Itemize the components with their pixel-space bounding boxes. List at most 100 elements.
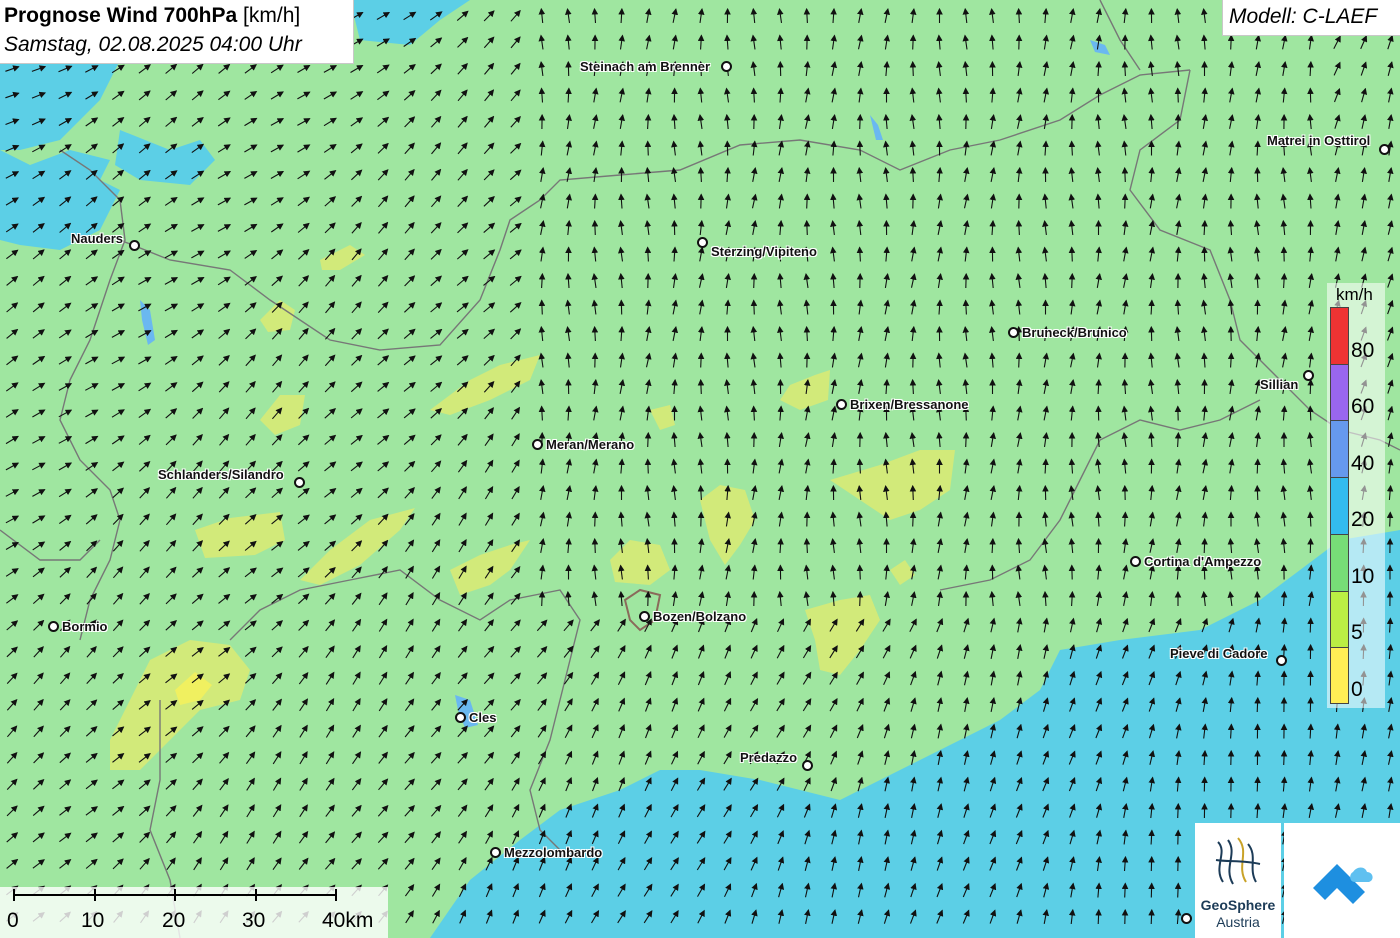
city-dot [721,61,732,72]
wind-arrow [697,352,705,368]
legend-swatch-10-20 [1330,534,1349,592]
city-dot [294,477,305,488]
city-dot [455,712,466,723]
wind-arrow [803,193,811,209]
wind-arrow [1095,908,1102,925]
city-label[interactable]: Brixen/Bressanone [850,397,969,412]
city-dot [1379,144,1390,155]
city-label[interactable]: Mezzolombardo [504,845,602,860]
legend-tick: 40 [1351,452,1375,475]
wind-arrow [1174,802,1182,819]
wind-arrow [856,590,864,607]
city-label[interactable]: Steinach am Brenner [580,59,710,74]
wind-arrow [1307,617,1314,633]
city-dot [1303,370,1314,381]
city-dot [836,399,847,410]
wind-arrow [1174,882,1182,898]
map-subtitle: Samstag, 02.08.2025 04:00 Uhr [4,33,302,56]
city-dot [129,240,140,251]
title-box: Prognose Wind 700hPa [km/h] Samstag, 02.… [0,0,354,64]
wind-arrow [856,113,864,130]
city-label[interactable]: Matrei in Osttirol [1267,133,1370,148]
wind-arrow [909,34,917,50]
wind-arrow [1174,87,1182,103]
wind-arrow [1386,511,1394,527]
legend-unit: km/h [1336,285,1373,304]
wind-arrow [1254,696,1261,713]
wind-arrow [1174,113,1182,130]
wind-arrow [1307,405,1314,421]
city-dot [48,621,59,632]
city-dot [639,611,650,622]
scale-label: 30 [242,909,266,932]
city-label[interactable]: Bormio [62,619,108,634]
wind-arrow [909,60,917,77]
city-label[interactable]: Cles [469,710,496,725]
wind-arrow [1227,34,1235,50]
wind-arrow [856,140,864,156]
legend-swatch-5-10 [1330,591,1349,648]
legend-swatch-20-40 [1330,477,1349,535]
wind-arrow [538,590,546,607]
wind-arrow [644,140,652,156]
legend-tick: 5 [1351,621,1363,644]
city-label[interactable]: Bruneck/Brunico [1022,325,1127,340]
wind-arrow [1121,166,1129,183]
wind-arrow [1015,352,1023,368]
wind-arrow [1201,537,1208,554]
city-label[interactable]: Bozen/Bolzano [653,609,746,624]
legend-swatch-0-5 [1330,647,1349,704]
wind-arrow [909,484,917,501]
wind-arrow [1068,272,1076,289]
wind-arrow [856,564,864,580]
wind-arrow [644,458,652,474]
wind-arrow [803,219,811,236]
wind-arrow [591,219,599,236]
model-label: Modell: C-LAEF [1229,5,1378,28]
city-dot [1276,655,1287,666]
scale-label: 20 [162,909,186,932]
legend-swatch-40-60 [1330,420,1349,478]
scale-label: 10 [81,909,105,932]
wind-arrow [591,537,599,554]
city-label[interactable]: Pieve di Cadore [1170,646,1268,661]
wind-arrow [1121,193,1129,209]
wind-arrow [1254,458,1261,474]
map-title: Prognose Wind 700hPa [km/h] [4,4,301,27]
geosphere-subname: Austria [1216,914,1260,930]
city-dot [1008,327,1019,338]
city-dot [802,760,813,771]
legend-tick: 0 [1351,678,1363,701]
legend-swatch-above-80 [1330,307,1349,365]
city-label[interactable]: Meran/Merano [546,437,634,452]
wind-arrow [962,431,970,448]
city-label[interactable]: Schlanders/Silandro [158,467,284,482]
city-label[interactable]: Sillian [1260,377,1298,392]
wind-arrow [1148,908,1155,925]
legend-tick: 60 [1351,395,1375,418]
geosphere-emblem-icon [1215,837,1261,885]
city-dot [1181,913,1192,924]
wind-arrow [1254,484,1261,501]
legend-tick: 80 [1351,339,1375,362]
scale-label: 40km [322,909,374,932]
wind-arrow [909,511,917,527]
legend-tick: 10 [1351,565,1375,588]
city-label[interactable]: Sterzing/Vipiteno [711,244,817,259]
city-label[interactable]: Predazzo [740,750,797,765]
wind-arrow [1254,776,1261,792]
wind-arrow [538,299,546,315]
wind-arrow [1280,749,1288,766]
wind-arrow [1068,246,1076,262]
city-label[interactable]: Cortina d'Ampezzo [1144,554,1261,569]
legend-tick: 20 [1351,508,1375,531]
city-label[interactable]: Nauders [71,231,123,246]
city-dot [1130,556,1141,567]
weather-app-icon [1313,864,1373,904]
wind-arrow [697,378,705,395]
city-dot [490,847,501,858]
wind-arrow [591,511,599,527]
model-box: Modell: C-LAEF [1222,0,1400,36]
wind-arrow [750,299,758,315]
wind-arrow [1307,378,1314,395]
